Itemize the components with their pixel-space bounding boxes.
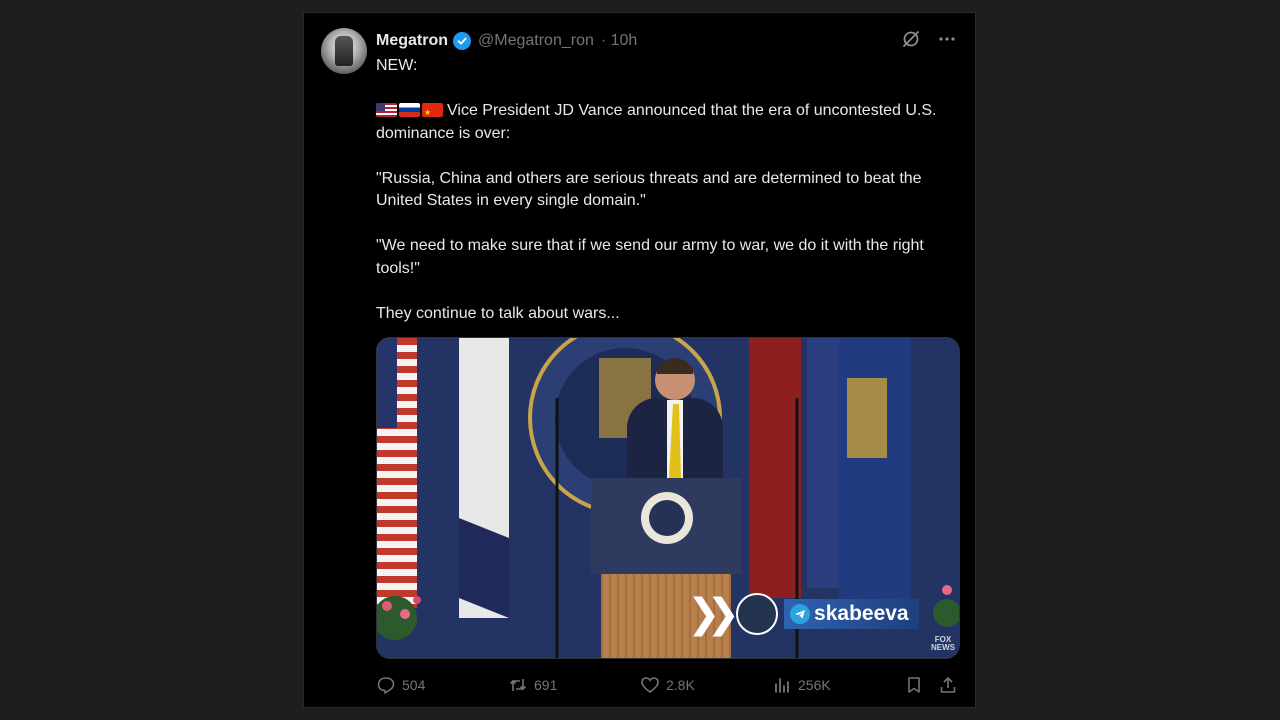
robot-figure-icon <box>335 36 353 66</box>
reply-button[interactable]: 504 <box>376 675 425 695</box>
timestamp[interactable]: · 10h <box>601 32 637 50</box>
tweet-quote-1: "Russia, China and others are serious th… <box>376 169 922 210</box>
telegram-icon <box>790 604 811 624</box>
views-chart-icon <box>775 678 789 693</box>
fox-logo-line-2: NEWS <box>931 643 955 652</box>
grok-icon[interactable] <box>901 29 921 54</box>
russia-flag-icon <box>399 103 420 117</box>
tweet-closing: They continue to talk about wars... <box>376 304 620 322</box>
repost-button[interactable]: 691 <box>508 675 557 695</box>
tweet-line-announce: Vice President JD Vance announced that t… <box>376 100 956 145</box>
more-options-icon[interactable] <box>937 29 957 54</box>
tweet-card: Megatron @Megatron_ron · 10h NEW: Vice P… <box>303 12 976 708</box>
verified-badge-icon <box>453 32 471 50</box>
author-handle[interactable]: @Megatron_ron <box>478 32 594 50</box>
avatar[interactable] <box>321 28 367 74</box>
reply-icon <box>377 677 395 694</box>
video-watermark: ❯❯ skabeeva <box>687 592 919 636</box>
share-icon <box>940 677 956 693</box>
tweet-header: Megatron @Megatron_ron · 10h <box>376 30 637 52</box>
tweet-line-new: NEW: <box>376 57 418 74</box>
heart-icon <box>641 677 659 693</box>
china-flag-icon <box>422 103 443 117</box>
share-button[interactable] <box>938 675 958 695</box>
us-flag-icon <box>376 103 397 117</box>
reply-count: 504 <box>402 677 426 693</box>
tweet-quote-2: "We need to make sure that if we send ou… <box>376 237 924 277</box>
bookmark-icon <box>908 677 920 693</box>
fox-news-logo: FOX NEWS <box>931 636 955 652</box>
views-count: 256K <box>798 677 831 693</box>
repost-count: 691 <box>534 677 558 693</box>
views-button[interactable]: 256K <box>772 675 831 695</box>
flags <box>376 103 443 117</box>
announce-text: Vice President JD Vance announced that t… <box>376 102 937 142</box>
like-count: 2.8K <box>666 677 695 693</box>
like-button[interactable]: 2.8K <box>640 675 695 695</box>
tweet-top-actions <box>901 29 957 54</box>
video-media[interactable]: ❯❯ skabeeva FOX NEWS <box>376 337 960 659</box>
watermark-bar: skabeeva <box>784 599 919 629</box>
author-name[interactable]: Megatron <box>376 32 448 50</box>
watermark-handle: skabeeva <box>814 602 909 625</box>
watermark-avatar <box>736 593 779 635</box>
tweet-actions: 504 691 2.8K 256K <box>376 673 958 697</box>
chevron-logo-icon: ❯❯ <box>687 592 740 636</box>
tweet-body: NEW: Vice President JD Vance announced t… <box>376 55 956 325</box>
repost-icon <box>509 679 527 691</box>
bookmark-button[interactable] <box>904 675 924 695</box>
